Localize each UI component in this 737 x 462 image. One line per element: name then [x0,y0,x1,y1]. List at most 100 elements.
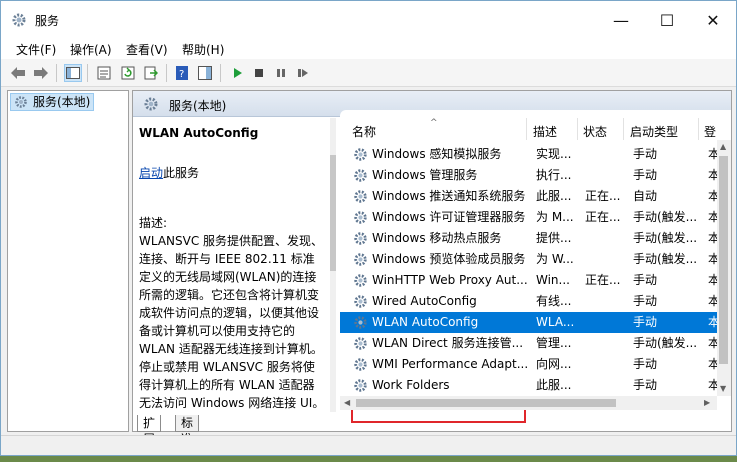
column-header-name[interactable]: 名称 [352,123,376,140]
column-divider[interactable] [526,118,527,140]
scroll-right-arrow-icon[interactable]: ▶ [704,398,710,407]
sort-ascending-icon: ^ [430,118,438,128]
console-tree: 服务(本地) [7,90,129,432]
service-rows: Windows 感知模拟服务 实现... 手动本 Windows 管理服务 执行... 手… [340,144,717,396]
service-startup-cell: 手动 [633,168,658,182]
table-row[interactable]: Windows 许可证管理器服务为 M... 正在... 手动(触发... 本 [340,207,717,228]
table-row[interactable]: Windows 管理服务 执行... 手动 本 [340,165,717,186]
column-headers: ^ 名称 描述 状态 启动类型 登 [340,118,731,140]
main-pane: 服务(本地) WLAN AutoConfig 启动此服务 描述: WLANSVC… [132,90,732,446]
table-row[interactable]: Work Folders 此服... 手动 本 [340,375,717,396]
table-row[interactable]: Windows 推送通知系统服务 此服... 正在... 自动 本 [340,186,717,207]
service-logon-cell: 本 [708,378,717,392]
table-row[interactable]: Windows 感知模拟服务 实现... 手动 本 [340,144,717,165]
toolbar-separator [56,64,57,82]
service-startup-cell: 手动 [633,294,658,308]
help-icon[interactable]: ? [173,64,191,82]
table-row[interactable]: WMI Performance Adapt... 向网... 手动 本 [340,354,717,375]
menu-file[interactable]: 文件(F) [16,41,56,58]
service-name-cell: WLAN AutoConfig [372,315,479,329]
table-row[interactable]: WinHTTP Web Proxy Aut... Win... 正在... 手动 本 [340,270,717,291]
service-name-cell: Windows 预览体验成员服务 [372,252,526,266]
console-tree-icon[interactable] [64,64,82,82]
start-service-link[interactable]: 启动 [139,166,163,180]
table-row[interactable]: Wired AutoConfig 有线... 手动 本 [340,291,717,312]
column-header-logon[interactable]: 登 [704,123,716,140]
services-gear-icon [14,95,28,113]
list-top-edge [340,110,731,118]
properties-icon[interactable] [95,64,113,82]
tab-standard[interactable]: 标准 [175,415,200,446]
status-bar [1,435,736,455]
scroll-up-arrow-icon[interactable]: ▲ [720,142,726,151]
toolbar-separator [220,64,221,82]
close-button[interactable]: ✕ [690,1,736,39]
table-row[interactable]: WLAN Direct 服务连接管... 管理... 手动(触发... 本 [340,333,717,354]
maximize-button[interactable]: ☐ [644,1,690,39]
main-pane-title: 服务(本地) [169,99,227,113]
service-startup-cell: 手动 [633,357,658,371]
scroll-down-arrow-icon[interactable]: ▼ [720,384,726,393]
table-row[interactable]: Windows 预览体验成员服务为 W... 手动(触发... 本 [340,249,717,270]
service-description-cell: 实现... [536,147,572,161]
horizontal-scrollbar[interactable]: ◀ ▶ [340,396,717,410]
service-startup-cell: 手动 [633,315,658,329]
description-scrollbar-thumb[interactable] [330,155,336,271]
tree-item-label: 服务(本地) [33,95,91,109]
service-logon-cell: 本 [708,210,717,224]
service-logon-cell: 本 [708,252,717,266]
menu-view[interactable]: 查看(V) [126,41,168,58]
menu-help[interactable]: 帮助(H) [182,41,224,58]
description-scrollbar[interactable] [330,118,336,412]
column-header-description[interactable]: 描述 [533,123,557,140]
services-gear-icon [143,96,159,115]
service-logon-cell: 本 [708,294,717,308]
service-status-cell: 正在... [585,210,621,224]
service-startup-cell: 手动 [633,273,658,287]
tree-item-services-local[interactable]: 服务(本地) [10,93,95,113]
column-divider[interactable] [698,118,699,140]
stop-icon[interactable] [250,64,268,82]
column-divider[interactable] [577,118,578,140]
play-icon[interactable] [228,64,246,82]
service-description-cell: 向网... [536,357,572,371]
scroll-left-arrow-icon[interactable]: ◀ [344,398,350,407]
pause-icon[interactable] [272,64,290,82]
service-description-cell: 有线... [536,294,572,308]
service-logon-cell: 本 [708,357,717,371]
service-description-cell: 提供... [536,231,572,245]
forward-arrow-icon[interactable] [32,64,50,82]
service-description-cell: 管理... [536,336,572,350]
menu-action[interactable]: 操作(A) [70,41,112,58]
table-row[interactable]: WLAN AutoConfig WLA... 手动 本 [340,312,717,333]
refresh-icon[interactable] [119,64,137,82]
vertical-scrollbar[interactable]: ▲ ▼ [717,140,731,396]
service-startup-cell: 手动(触发... [633,210,698,224]
horizontal-scrollbar-thumb[interactable] [356,399,616,407]
menu-bar: 文件(F) 操作(A) 查看(V) 帮助(H) [1,39,736,59]
service-logon-cell: 本 [708,336,717,350]
minimize-button[interactable]: — [598,1,644,39]
service-name-cell: Windows 感知模拟服务 [372,147,502,161]
service-description-cell: 为 W... [536,252,574,266]
start-service-line: 启动此服务 [139,164,199,181]
column-divider[interactable] [623,118,624,140]
column-header-status[interactable]: 状态 [583,123,607,140]
toolbar-separator [166,64,167,82]
restart-icon[interactable] [294,64,312,82]
column-header-startup-type[interactable]: 启动类型 [630,123,678,140]
service-startup-cell: 自动 [633,189,658,203]
table-row[interactable]: Windows 移动热点服务 提供... 手动(触发... 本 [340,228,717,249]
export-list-icon[interactable] [142,64,160,82]
service-description-cell: 为 M... [536,210,574,224]
services-window: 服务 — ☐ ✕ 文件(F) 操作(A) 查看(V) 帮助(H) ? 服务(本地… [0,0,737,456]
vertical-scrollbar-thumb[interactable] [719,156,728,364]
show-hide-action-pane-icon[interactable] [196,64,214,82]
start-service-suffix: 此服务 [163,166,200,180]
back-arrow-icon[interactable] [9,64,27,82]
service-description-cell: 此服... [536,189,572,203]
service-startup-cell: 手动(触发... [633,336,698,350]
title-bar[interactable]: 服务 — ☐ ✕ [1,1,736,39]
tab-extended[interactable]: 扩展 [137,415,162,446]
service-startup-cell: 手动(触发... [633,231,698,245]
